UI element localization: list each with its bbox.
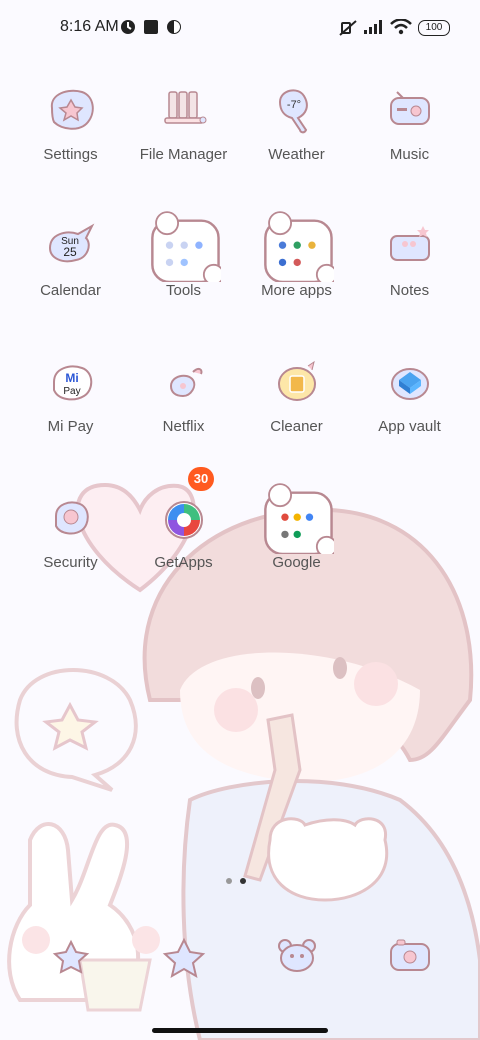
calendar-icon: Sun 25 [48,223,95,263]
app-calendar[interactable]: Sun 25 Calendar [14,208,127,344]
app-label: App vault [378,418,441,435]
shirt-bear [267,817,389,902]
app-label: Mi Pay [47,418,94,435]
app-getapps[interactable]: GetApps [127,480,240,616]
page-dot-1[interactable] [226,878,232,884]
app-cleaner[interactable]: Cleaner [240,344,353,480]
dock-app-4[interactable] [353,930,466,986]
signal-icon [364,20,382,34]
app-label: Notes [389,282,430,299]
app-label: Netflix [162,418,205,435]
app-label: Security [43,554,98,571]
app-label: File Manager [139,146,228,163]
clock-icon [121,20,135,34]
app-label: Cleaner [270,418,323,435]
app-label: GetApps [154,554,213,571]
cleaner-icon [278,360,316,401]
wifi-icon [390,19,412,35]
contrast-icon [167,20,181,34]
settings-icon [50,89,94,130]
folder-icon [151,211,221,282]
app-label: Tools [165,282,202,299]
app-label: Weather [268,146,325,163]
bear-face-icon [278,939,316,972]
app-security[interactable]: Security [14,480,127,616]
app-label: Google [272,554,321,571]
app-vault[interactable]: App vault [353,344,466,480]
notification-badge: 30 [188,467,214,491]
weather-icon: -7° [278,89,308,134]
empty-slot [353,480,466,616]
music-icon [390,91,430,125]
folder-google[interactable]: Google [240,480,353,616]
app-label: Calendar [40,282,101,299]
bubble-star [42,701,99,751]
gesture-navigation-bar[interactable] [152,1028,328,1033]
status-bar: 8:16 AM 100 [0,0,480,56]
app-netflix[interactable]: Netflix [127,344,240,480]
stop-square-icon [144,20,158,34]
silent-icon [339,20,357,36]
app-file-manager[interactable]: File Manager [127,72,240,208]
app-music[interactable]: Music [353,72,466,208]
mi-pay-logo-bottom: Pay [63,386,80,397]
dock-app-2[interactable] [127,930,240,986]
folder-tools[interactable]: Tools [127,208,240,344]
battery-icon: 100 [418,20,450,36]
page-indicator[interactable] [226,878,246,884]
star-icon [162,937,206,979]
app-settings[interactable]: Settings [14,72,127,208]
file-manager-icon [164,91,207,124]
app-label: Music [389,146,430,163]
app-row: Security GetApps Google [14,480,466,616]
dock-app-1[interactable] [14,930,127,986]
folder-icon [264,211,334,282]
star-flower-icon [52,939,90,974]
dock [14,930,466,986]
camera-icon [390,939,430,971]
app-notes[interactable]: Notes [353,208,466,344]
app-row: Settings File Manager -7° Weather Music [14,72,466,208]
getapps-icon [165,501,203,539]
app-row: Sun 25 Calendar Tools More apps Notes [14,208,466,344]
dock-app-3[interactable] [240,930,353,986]
mi-pay-logo-top: Mi [65,371,78,385]
page-dot-2[interactable] [240,878,246,884]
netflix-icon [169,367,203,398]
mi-pay-icon: Mi Pay [53,365,93,401]
app-row: Mi Pay Mi Pay Netflix Cleaner App vault [14,344,466,480]
folder-more-apps[interactable]: More apps [240,208,353,344]
app-label: Settings [43,146,98,163]
app-grid: Settings File Manager -7° Weather Music … [14,72,466,616]
app-vault-icon [391,368,429,400]
security-icon [55,501,89,535]
app-label: More apps [261,282,332,299]
app-weather[interactable]: -7° Weather [240,72,353,208]
notes-icon [390,226,430,261]
app-mi-pay[interactable]: Mi Pay Mi Pay [14,344,127,480]
folder-icon [264,483,334,554]
calendar-date: 25 [63,245,77,259]
status-time: 8:16 AM [60,18,119,35]
weather-temperature: -7° [287,99,301,111]
